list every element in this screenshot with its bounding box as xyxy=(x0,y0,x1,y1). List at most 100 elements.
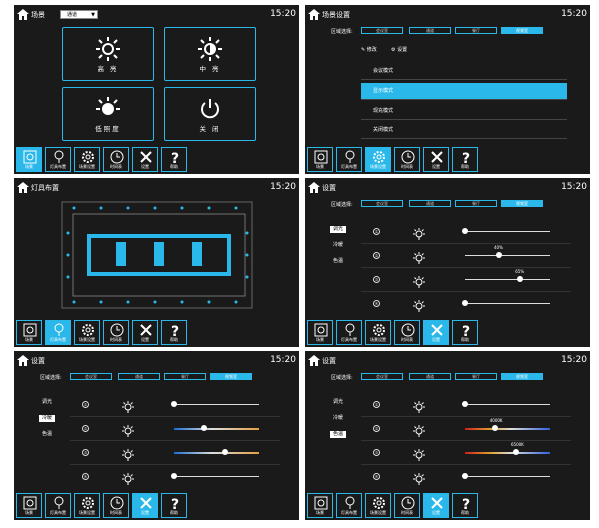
mode-side-button[interactable]: 冷暖 xyxy=(39,415,55,422)
channel-slider[interactable]: 65% xyxy=(465,269,550,282)
nav-scene-settings[interactable]: 场景设置 xyxy=(365,147,391,172)
slider-knob[interactable] xyxy=(462,228,468,234)
zone-tab[interactable]: 视频室 xyxy=(501,27,543,34)
zone-dropdown[interactable]: 通道 ▼ xyxy=(60,10,98,19)
mode-side-button[interactable]: 色温 xyxy=(330,258,346,265)
home-icon[interactable] xyxy=(308,182,320,193)
nav-settings[interactable]: 设置 xyxy=(132,147,158,172)
mode-side-button[interactable]: 调光 xyxy=(330,226,346,233)
nav-fixtures[interactable]: 灯具布置 xyxy=(45,320,71,345)
mode-side-button[interactable]: 冷暖 xyxy=(330,242,346,249)
nav-scene[interactable]: 场景 xyxy=(307,493,333,518)
channel-slider[interactable] xyxy=(462,228,550,234)
nav-help[interactable]: ? 帮助 xyxy=(161,147,187,172)
zone-tab[interactable]: 餐厅 xyxy=(164,373,206,380)
nav-schedule[interactable]: 时间表 xyxy=(394,147,420,172)
zone-tab[interactable]: 通道 xyxy=(409,200,451,207)
mode-side-button[interactable]: 调光 xyxy=(39,399,55,406)
slider-knob[interactable] xyxy=(462,300,468,306)
channel-slider[interactable]: 6500K xyxy=(465,442,550,455)
home-icon[interactable] xyxy=(17,355,29,366)
home-icon[interactable] xyxy=(17,182,29,193)
nav-settings[interactable]: 设置 xyxy=(423,493,449,518)
scene-tile-off[interactable]: 关 闭 xyxy=(164,87,256,141)
nav-scene-settings[interactable]: 场景设置 xyxy=(74,320,100,345)
nav-help[interactable]: ? 帮助 xyxy=(161,320,187,345)
home-icon[interactable] xyxy=(308,355,320,366)
mode-side-button[interactable]: 冷暖 xyxy=(330,415,346,422)
nav-settings[interactable]: 设置 xyxy=(423,147,449,172)
slider-knob[interactable] xyxy=(171,401,177,407)
nav-help[interactable]: ? 帮助 xyxy=(452,493,478,518)
nav-schedule[interactable]: 时间表 xyxy=(103,493,129,518)
nav-help[interactable]: ? 帮助 xyxy=(452,320,478,345)
mode-side-button[interactable]: 色温 xyxy=(39,431,55,438)
home-icon[interactable] xyxy=(17,9,29,20)
mode-side-button[interactable]: 色温 xyxy=(330,431,346,438)
nav-schedule[interactable]: 时间表 xyxy=(103,320,129,345)
nav-schedule[interactable]: 时间表 xyxy=(394,320,420,345)
slider-knob[interactable] xyxy=(462,473,468,479)
nav-scene-settings[interactable]: 场景设置 xyxy=(365,320,391,345)
nav-fixtures[interactable]: 灯具布置 xyxy=(45,147,71,172)
zone-tab[interactable]: 会议室 xyxy=(361,27,403,34)
nav-help[interactable]: ? 帮助 xyxy=(452,147,478,172)
zone-tab[interactable]: 会议室 xyxy=(361,200,403,207)
channel-slider[interactable] xyxy=(462,473,550,479)
zone-tab[interactable]: 通道 xyxy=(409,27,451,34)
zone-tab[interactable]: 通道 xyxy=(409,373,451,380)
nav-settings[interactable]: 设置 xyxy=(132,320,158,345)
channel-slider[interactable] xyxy=(174,449,259,455)
nav-scene[interactable]: 场景 xyxy=(16,147,42,172)
channel-slider[interactable] xyxy=(174,425,259,431)
slider-knob[interactable] xyxy=(491,425,498,431)
mode-side-button[interactable]: 调光 xyxy=(330,399,346,406)
mode-item[interactable]: 显示模式 xyxy=(361,83,567,100)
setting-button[interactable]: ⚙ 设置 xyxy=(391,46,407,53)
nav-settings[interactable]: 设置 xyxy=(423,320,449,345)
zone-tab[interactable]: 视频室 xyxy=(210,373,252,380)
channel-slider[interactable] xyxy=(171,473,259,479)
zone-tab[interactable]: 通道 xyxy=(118,373,160,380)
zone-tab[interactable]: 餐厅 xyxy=(455,27,497,34)
channel-slider[interactable]: 40% xyxy=(465,245,550,258)
nav-scene[interactable]: 场景 xyxy=(307,147,333,172)
nav-fixtures[interactable]: 灯具布置 xyxy=(336,320,362,345)
channel-slider[interactable] xyxy=(462,401,550,407)
home-icon[interactable] xyxy=(308,9,320,20)
nav-fixtures[interactable]: 灯具布置 xyxy=(45,493,71,518)
mode-item[interactable]: 关闭模式 xyxy=(361,122,567,139)
zone-tab[interactable]: 会议室 xyxy=(361,373,403,380)
nav-fixtures[interactable]: 灯具布置 xyxy=(336,493,362,518)
scene-tile-high[interactable]: 高 亮 xyxy=(62,27,154,81)
slider-knob[interactable] xyxy=(462,401,468,407)
scene-tile-low[interactable]: 低照度 xyxy=(62,87,154,141)
mode-item[interactable]: 会议模式 xyxy=(361,63,567,80)
slider-knob[interactable] xyxy=(513,449,519,455)
nav-help[interactable]: ? 帮助 xyxy=(161,493,187,518)
channel-slider[interactable]: 4000K xyxy=(465,418,550,431)
nav-scene-settings[interactable]: 场景设置 xyxy=(365,493,391,518)
nav-scene[interactable]: 场景 xyxy=(307,320,333,345)
scene-tile-mid[interactable]: 中 亮 xyxy=(164,27,256,81)
slider-knob[interactable] xyxy=(222,449,228,455)
channel-slider[interactable] xyxy=(462,300,550,306)
slider-knob[interactable] xyxy=(200,425,207,431)
nav-scene[interactable]: 场景 xyxy=(16,493,42,518)
nav-scene-settings[interactable]: 场景设置 xyxy=(74,147,100,172)
zone-tab[interactable]: 会议室 xyxy=(70,373,112,380)
slider-knob[interactable] xyxy=(171,473,177,479)
nav-scene[interactable]: 场景 xyxy=(16,320,42,345)
zone-tab[interactable]: 餐厅 xyxy=(455,373,497,380)
channel-slider[interactable] xyxy=(171,401,259,407)
nav-schedule[interactable]: 时间表 xyxy=(394,493,420,518)
nav-schedule[interactable]: 时间表 xyxy=(103,147,129,172)
slider-knob[interactable] xyxy=(517,276,524,282)
edit-button[interactable]: ✎ 修改 xyxy=(361,46,377,53)
nav-fixtures[interactable]: 灯具布置 xyxy=(336,147,362,172)
nav-settings[interactable]: 设置 xyxy=(132,493,158,518)
nav-scene-settings[interactable]: 场景设置 xyxy=(74,493,100,518)
zone-tab[interactable]: 视频室 xyxy=(501,373,543,380)
zone-tab[interactable]: 餐厅 xyxy=(455,200,497,207)
mode-item[interactable]: 现充模式 xyxy=(361,103,567,120)
